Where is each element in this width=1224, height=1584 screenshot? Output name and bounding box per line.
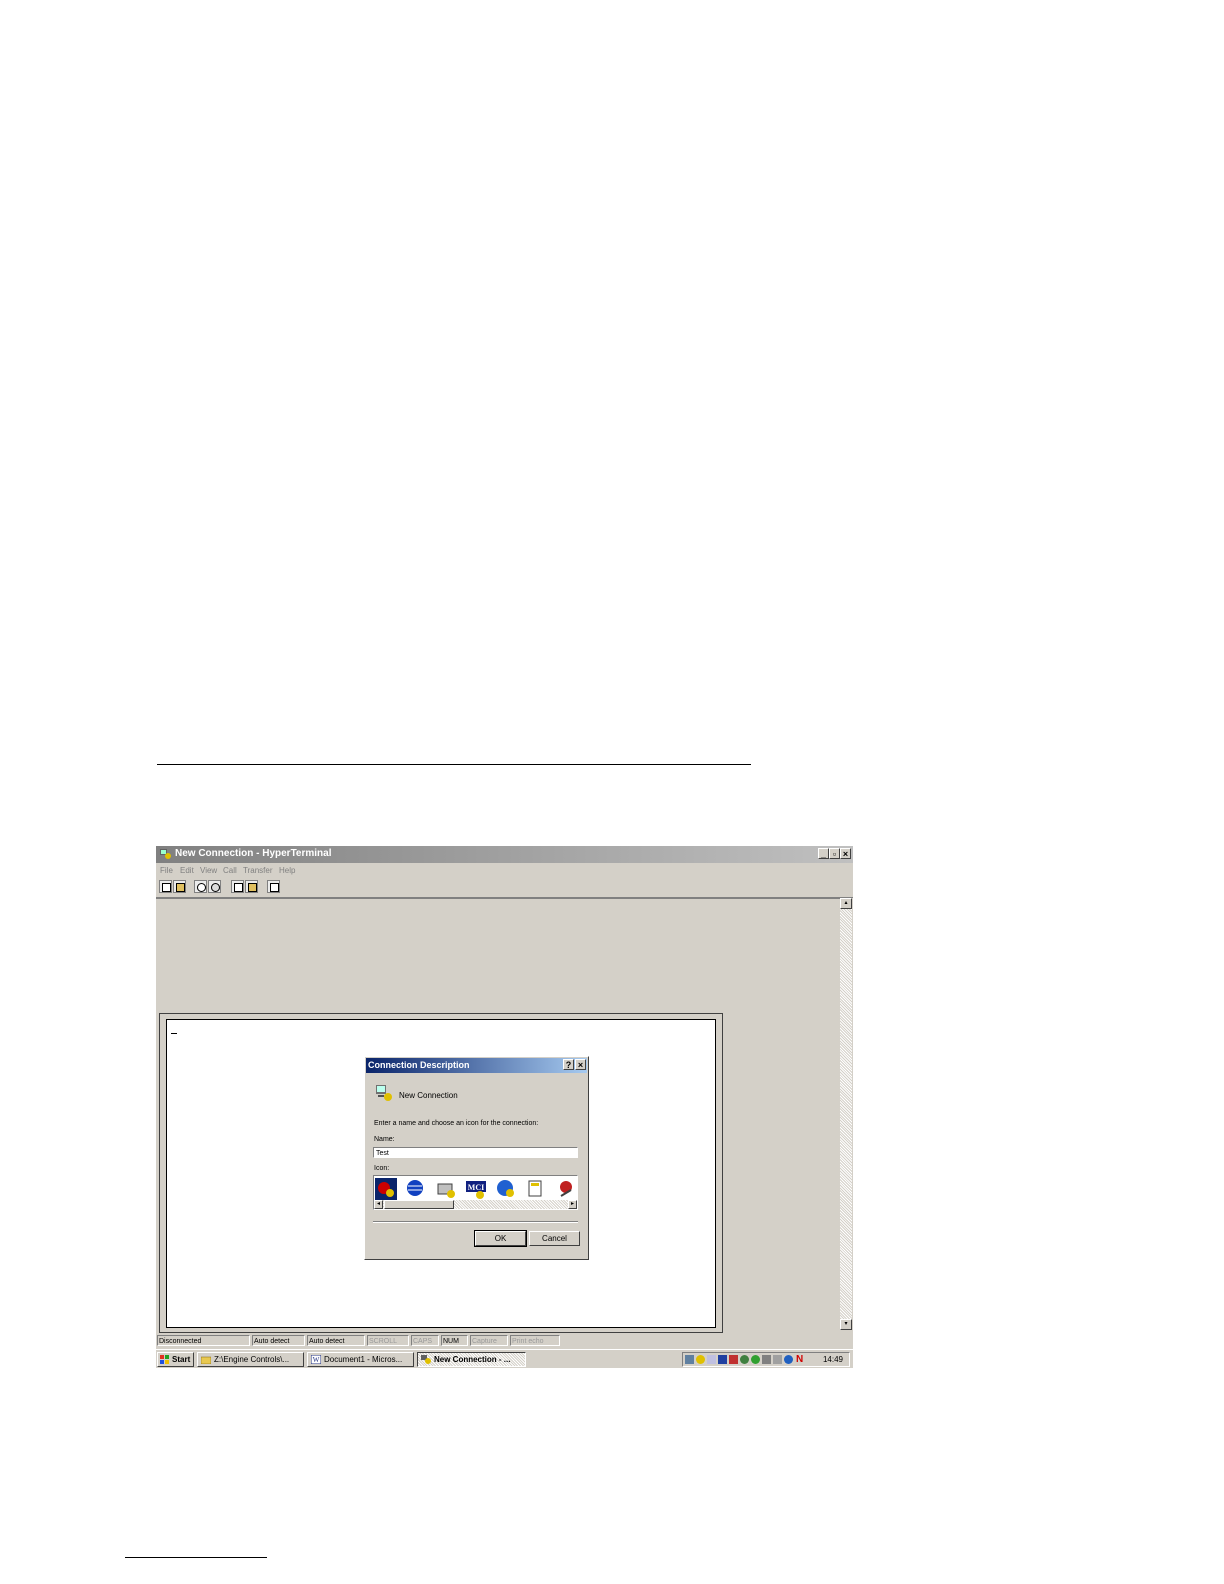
menu-bar: File Edit View Call Transfer Help	[156, 864, 853, 878]
menu-edit[interactable]: Edit	[180, 866, 194, 875]
vertical-scrollbar[interactable]: ▴ ▾	[840, 898, 852, 1330]
status-scroll: SCROLL	[367, 1335, 409, 1346]
open-icon[interactable]	[173, 880, 186, 893]
terminal-screen[interactable]: Connection Description ? × New Connectio…	[166, 1019, 716, 1328]
taskbar-item-hyperterminal-label: New Connection - ...	[434, 1355, 511, 1364]
client-area: Connection Description ? × New Connectio…	[156, 898, 840, 1333]
tray-network-icon[interactable]	[685, 1355, 694, 1364]
start-button[interactable]: Start	[157, 1352, 194, 1367]
icon-picker[interactable]: MCI ◂ ▸	[373, 1175, 578, 1210]
scroll-right-icon[interactable]: ▸	[568, 1200, 577, 1209]
scroll-down-icon[interactable]: ▾	[840, 1319, 852, 1330]
fax-icon[interactable]	[435, 1178, 457, 1200]
name-input[interactable]: Test	[373, 1147, 578, 1158]
help-button[interactable]: ?	[563, 1059, 574, 1070]
connection-description-dialog: Connection Description ? × New Connectio…	[364, 1056, 589, 1260]
status-capture: Capture	[470, 1335, 508, 1346]
taskbar: Start Z:\Engine Controls\... W Document1…	[156, 1349, 853, 1368]
menu-view[interactable]: View	[200, 866, 217, 875]
new-connection-icon	[376, 1085, 392, 1101]
menu-help[interactable]: Help	[279, 866, 295, 875]
tray-printer-icon[interactable]	[762, 1355, 771, 1364]
hyperterminal-icon	[160, 849, 171, 859]
svg-text:W: W	[313, 1356, 320, 1364]
windows-logo-icon	[160, 1355, 169, 1364]
connect-icon[interactable]	[194, 880, 207, 893]
folder-icon	[201, 1356, 211, 1364]
status-bar: Disconnected Auto detect Auto detect SCR…	[156, 1334, 853, 1347]
word-icon: W	[311, 1355, 321, 1364]
toolbar	[156, 879, 853, 898]
dialog-titlebar[interactable]: Connection Description ? ×	[366, 1058, 587, 1073]
tray-x-icon[interactable]	[718, 1355, 727, 1364]
horizontal-rule	[157, 764, 751, 765]
mci-icon[interactable]: MCI	[465, 1178, 487, 1200]
hyperterminal-task-icon	[421, 1355, 431, 1364]
footnote-rule	[125, 1557, 267, 1558]
dialog-heading: New Connection	[399, 1091, 458, 1100]
icon-label: Icon:	[374, 1165, 390, 1172]
window-title: New Connection - HyperTerminal	[175, 848, 332, 859]
menu-file[interactable]: File	[160, 866, 173, 875]
dialog-separator	[373, 1221, 578, 1223]
cancel-button[interactable]: Cancel	[529, 1231, 580, 1246]
tray-n-icon[interactable]: N	[796, 1353, 803, 1366]
close-button[interactable]: ×	[840, 848, 851, 859]
properties-icon[interactable]	[267, 880, 280, 893]
tray-antivirus-icon[interactable]	[751, 1355, 760, 1364]
menu-call[interactable]: Call	[223, 866, 237, 875]
disconnect-icon[interactable]	[208, 880, 221, 893]
tray-speaker-icon[interactable]	[773, 1355, 782, 1364]
scroll-left-icon[interactable]: ◂	[374, 1200, 383, 1209]
window-titlebar[interactable]: New Connection - HyperTerminal _ ▫ ×	[156, 846, 853, 863]
status-print-echo: Print echo	[510, 1335, 560, 1346]
taskbar-item-folder[interactable]: Z:\Engine Controls\...	[197, 1352, 304, 1367]
tray-globe-icon[interactable]	[740, 1355, 749, 1364]
ok-button[interactable]: OK	[474, 1230, 527, 1247]
name-label: Name:	[374, 1136, 395, 1143]
start-label: Start	[172, 1355, 191, 1364]
network-globe-icon[interactable]	[495, 1178, 517, 1200]
status-connection: Disconnected	[157, 1335, 250, 1346]
dialog-title: Connection Description	[368, 1060, 470, 1070]
tray-security-icon[interactable]	[729, 1355, 738, 1364]
tray-update-icon[interactable]	[784, 1355, 793, 1364]
document-icon[interactable]	[525, 1178, 547, 1200]
clock[interactable]: 14:49	[823, 1354, 843, 1366]
status-num: NUM	[441, 1335, 468, 1346]
hyperterminal-screenshot: New Connection - HyperTerminal _ ▫ × Fil…	[156, 846, 853, 1368]
taskbar-item-word-label: Document1 - Micros...	[324, 1355, 403, 1364]
send-icon[interactable]	[231, 880, 244, 893]
receive-icon[interactable]	[245, 880, 258, 893]
text-cursor	[171, 1033, 177, 1034]
taskbar-item-hyperterminal[interactable]: New Connection - ...	[417, 1352, 526, 1367]
scroll-up-icon[interactable]: ▴	[840, 898, 852, 909]
dialog-prompt: Enter a name and choose an icon for the …	[374, 1120, 539, 1127]
globe-icon[interactable]	[405, 1178, 427, 1200]
tray-monitor-icon[interactable]	[707, 1355, 716, 1364]
terminal-frame: Connection Description ? × New Connectio…	[159, 1013, 723, 1333]
scroll-thumb[interactable]	[384, 1200, 454, 1209]
status-autodetect-2: Auto detect	[307, 1335, 365, 1346]
icon-scrollbar[interactable]: ◂ ▸	[374, 1200, 577, 1209]
menu-transfer[interactable]: Transfer	[243, 866, 273, 875]
dialog-close-button[interactable]: ×	[575, 1059, 586, 1070]
restore-button[interactable]: ▫	[829, 848, 840, 859]
mci-text: MCI	[468, 1183, 484, 1192]
status-autodetect-1: Auto detect	[252, 1335, 305, 1346]
heart-icon[interactable]	[555, 1178, 577, 1200]
tray-alert-icon[interactable]	[696, 1355, 705, 1364]
system-tray: N 14:49	[682, 1352, 850, 1367]
phone-icon[interactable]	[375, 1178, 397, 1200]
minimize-button[interactable]: _	[818, 848, 829, 859]
taskbar-item-folder-label: Z:\Engine Controls\...	[214, 1355, 290, 1364]
new-icon[interactable]	[159, 880, 172, 893]
status-caps: CAPS	[411, 1335, 439, 1346]
taskbar-item-word[interactable]: W Document1 - Micros...	[307, 1352, 414, 1367]
